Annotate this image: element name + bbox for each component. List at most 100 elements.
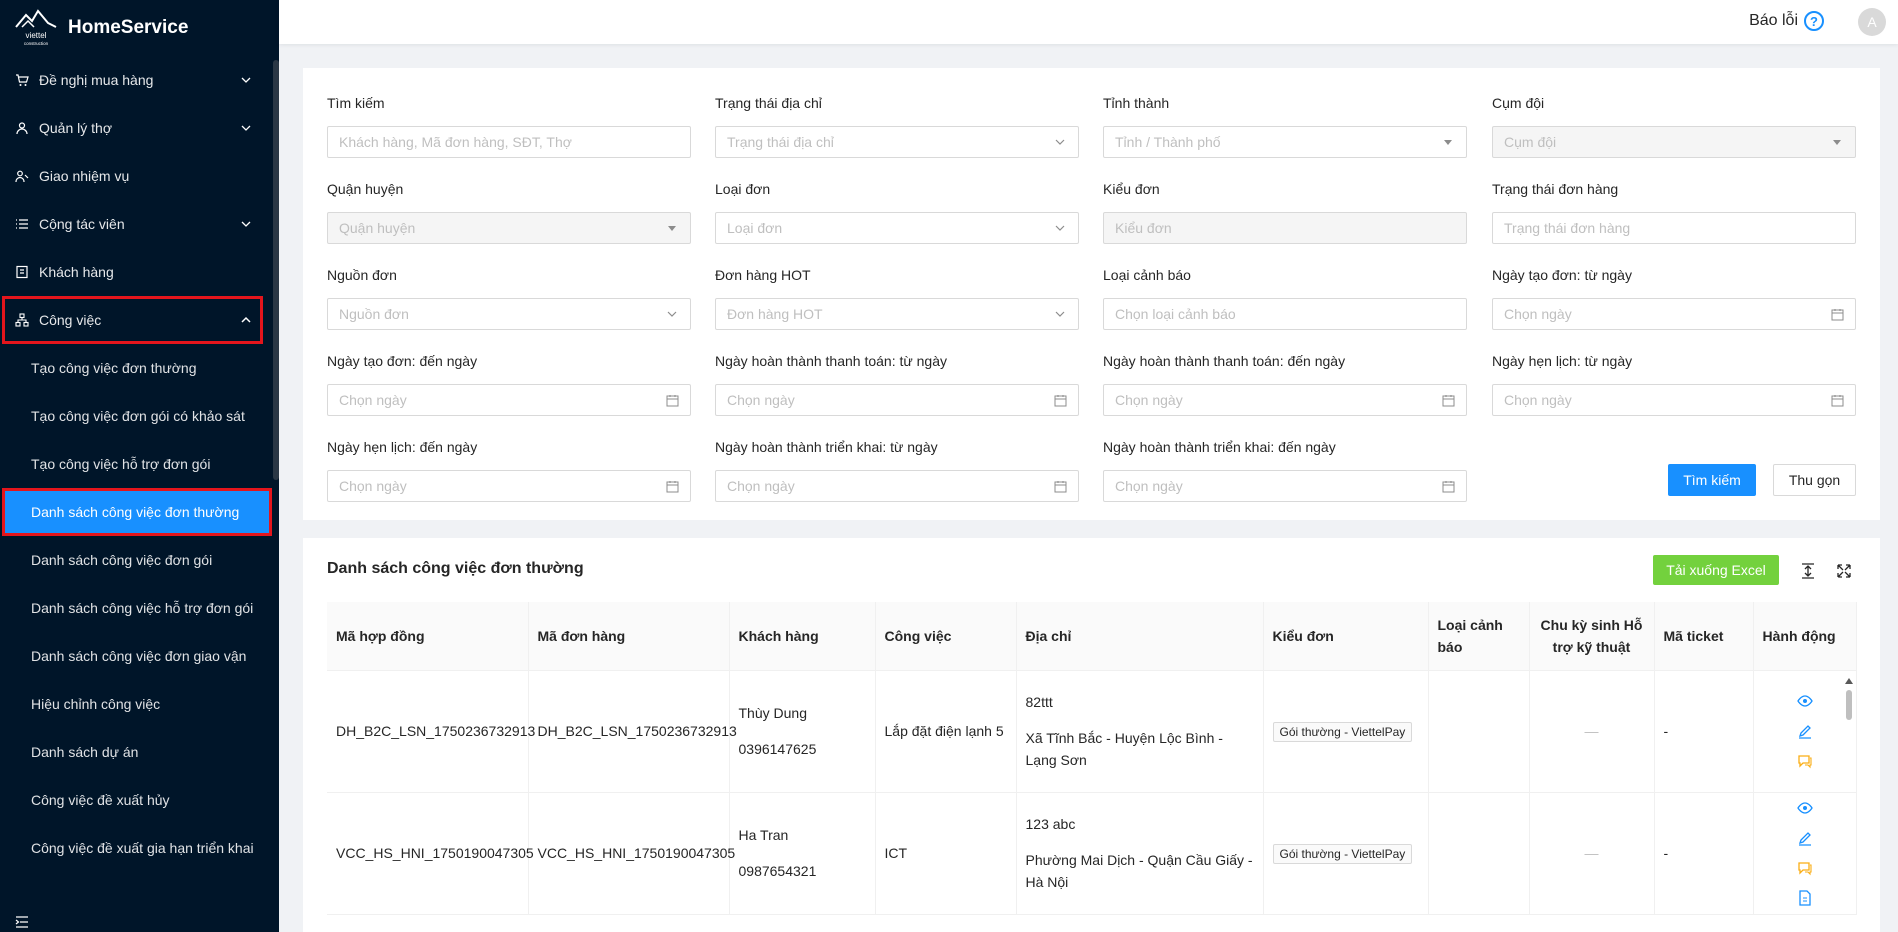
assign-icon [14, 168, 30, 184]
column-header[interactable]: Công việc [875, 602, 1017, 671]
customer-cell: Thùy Dung 0396147625 [729, 670, 876, 793]
warning-type-select[interactable]: Chọn loại cảnh báo [1103, 298, 1467, 330]
sidebar-subitem[interactable]: Hiệu chỉnh công việc [0, 680, 279, 728]
sidebar-subitem-active[interactable]: Danh sách công việc đơn thường [2, 488, 272, 536]
table-row[interactable]: DH_B2C_LSN_1750236732913 DH_B2C_LSN_1750… [327, 670, 1857, 793]
column-header[interactable]: Loại cảnh báo [1428, 602, 1530, 671]
created-to-datepicker[interactable]: Chọn ngày [327, 384, 691, 416]
sidebar-item-purchase-request[interactable]: Đề nghị mua hàng [0, 56, 279, 104]
team-cluster-select[interactable]: Cụm đội [1492, 126, 1856, 158]
column-height-icon[interactable] [1799, 562, 1817, 580]
order-status-input[interactable]: Trạng thái đơn hàng [1492, 212, 1856, 244]
column-header[interactable]: Khách hàng [729, 602, 876, 671]
search-button[interactable]: Tìm kiếm [1668, 464, 1756, 496]
placeholder: Tỉnh / Thành phố [1115, 134, 1221, 150]
table-scrollbar[interactable] [1842, 674, 1856, 932]
report-bug-link[interactable]: Báo lỗi ? [1749, 11, 1824, 31]
top-header: Báo lỗi ? A [279, 0, 1898, 44]
sidebar-subitem[interactable]: Tạo công việc đơn gói có khảo sát [0, 392, 279, 440]
warning-cell [1428, 792, 1530, 915]
sidebar-scrollbar[interactable] [273, 60, 279, 480]
sidebar-subitem[interactable]: Tạo công việc hỗ trợ đơn gói [0, 440, 279, 488]
table-row[interactable]: VCC_HS_HNI_1750190047305 VCC_HS_HNI_1750… [327, 792, 1857, 915]
sidebar-subitem[interactable]: Danh sách công việc đơn gói [0, 536, 279, 584]
appt-from-field: Ngày hẹn lịch: từ ngày Chọn ngày [1492, 350, 1856, 416]
order-type-tag: Gói thường - ViettelPay [1272, 844, 1413, 864]
order-category-select[interactable]: Loại đơn [715, 212, 1079, 244]
avatar[interactable]: A [1858, 8, 1886, 36]
file-icon[interactable] [1797, 890, 1813, 906]
customer-phone: 0396147625 [738, 741, 817, 757]
edit-icon[interactable] [1797, 723, 1813, 739]
sidebar-subitem[interactable]: Danh sách dự án [0, 728, 279, 776]
calendar-icon [665, 479, 679, 493]
column-header[interactable]: Kiểu đơn [1263, 602, 1429, 671]
fullscreen-icon[interactable] [1835, 562, 1853, 580]
sidebar-subitem[interactable]: Công việc đề xuất gia hạn triển khai [0, 824, 279, 872]
comment-icon[interactable] [1797, 753, 1813, 769]
placeholder: Chọn ngày [727, 392, 795, 408]
calendar-icon [1441, 393, 1455, 407]
appt-to-field: Ngày hẹn lịch: đến ngày Chọn ngày [327, 436, 691, 502]
sidebar-subitem[interactable]: Danh sách công việc hỗ trợ đơn gói [0, 584, 279, 632]
order-source-select[interactable]: Nguồn đơn [327, 298, 691, 330]
hot-order-select[interactable]: Đơn hàng HOT [715, 298, 1079, 330]
eye-icon[interactable] [1796, 800, 1813, 816]
paid-to-field: Ngày hoàn thành thanh toán: đến ngày Chọ… [1103, 350, 1467, 416]
order-cell: VCC_HS_HNI_1750190047305 [528, 792, 735, 915]
address-line2: Phường Mai Dịch - Quận Cầu Giấy - Hà Nội [1025, 852, 1253, 890]
table-title: Danh sách công việc đơn thường [327, 560, 584, 577]
district-select[interactable]: Quận huyện [327, 212, 691, 244]
column-header[interactable]: Mã hợp đồng [327, 602, 529, 671]
column-header[interactable]: Chu kỳ sinh Hỗ trợ kỹ thuật [1529, 602, 1655, 671]
edit-icon[interactable] [1797, 830, 1813, 846]
collapse-button[interactable]: Thu gọn [1773, 464, 1856, 496]
worker-icon [14, 120, 30, 136]
sidebar-subitem[interactable]: Tạo công việc đơn thường [0, 344, 279, 392]
column-header[interactable]: Hành động [1753, 602, 1857, 671]
field-label: Tỉnh thành [1103, 95, 1170, 111]
sidebar-item-workers[interactable]: Quản lý thợ [0, 104, 279, 152]
calendar-icon [1830, 307, 1844, 321]
sidebar-item-customers[interactable]: Khách hàng [0, 248, 279, 296]
created-from-field: Ngày tạo đơn: từ ngày Chọn ngày [1492, 264, 1856, 330]
sidebar-item-assign-tasks[interactable]: Giao nhiệm vụ [0, 152, 279, 200]
paid-to-datepicker[interactable]: Chọn ngày [1103, 384, 1467, 416]
sidebar-subitem[interactable]: Công việc đề xuất hủy [0, 776, 279, 824]
order-type-input[interactable]: Kiểu đơn [1103, 212, 1467, 244]
placeholder: Loại đơn [727, 220, 783, 236]
field-label: Ngày hẹn lịch: đến ngày [327, 439, 478, 455]
search-input[interactable]: Khách hàng, Mã đơn hàng, SĐT, Thợ [327, 126, 691, 158]
field-label: Loại đơn [715, 181, 771, 197]
question-circle-icon[interactable]: ? [1804, 11, 1824, 31]
province-field: Tỉnh thành Tỉnh / Thành phố [1103, 92, 1467, 158]
chevron-up-icon [239, 313, 253, 327]
paid-from-datepicker[interactable]: Chọn ngày [715, 384, 1079, 416]
address-cell: 123 abc Phường Mai Dịch - Quận Cầu Giấy … [1016, 792, 1264, 915]
deploy-to-datepicker[interactable]: Chọn ngày [1103, 470, 1467, 502]
eye-icon[interactable] [1796, 693, 1813, 709]
column-header[interactable]: Mã ticket [1654, 602, 1754, 671]
sidebar-item-jobs[interactable]: Công việc [2, 296, 263, 344]
created-from-datepicker[interactable]: Chọn ngày [1492, 298, 1856, 330]
comment-icon[interactable] [1797, 860, 1813, 876]
export-excel-button[interactable]: Tải xuống Excel [1653, 555, 1779, 585]
appt-to-datepicker[interactable]: Chọn ngày [327, 470, 691, 502]
customer-cell: Ha Tran 0987654321 [729, 792, 876, 915]
appt-from-datepicker[interactable]: Chọn ngày [1492, 384, 1856, 416]
placeholder: Trạng thái địa chỉ [727, 134, 834, 150]
menu-collapse-icon[interactable] [14, 914, 30, 930]
app-logo[interactable]: viettel construction HomeService [0, 0, 279, 56]
sidebar-item-collaborators[interactable]: Cộng tác viên [0, 200, 279, 248]
field-label: Tìm kiếm [327, 95, 385, 111]
field-label: Ngày hoàn thành triển khai: đến ngày [1103, 439, 1336, 455]
deploy-from-datepicker[interactable]: Chọn ngày [715, 470, 1079, 502]
customer-name: Thùy Dung [738, 705, 807, 721]
column-header[interactable]: Địa chỉ [1016, 602, 1264, 671]
address-status-select[interactable]: Trạng thái địa chỉ [715, 126, 1079, 158]
warning-cell [1428, 670, 1530, 793]
column-header[interactable]: Mã đơn hàng [528, 602, 730, 671]
sidebar-subitem[interactable]: Danh sách công việc đơn giao vận [0, 632, 279, 680]
province-select[interactable]: Tỉnh / Thành phố [1103, 126, 1467, 158]
address-status-field: Trạng thái địa chỉ Trạng thái địa chỉ [715, 92, 1079, 158]
